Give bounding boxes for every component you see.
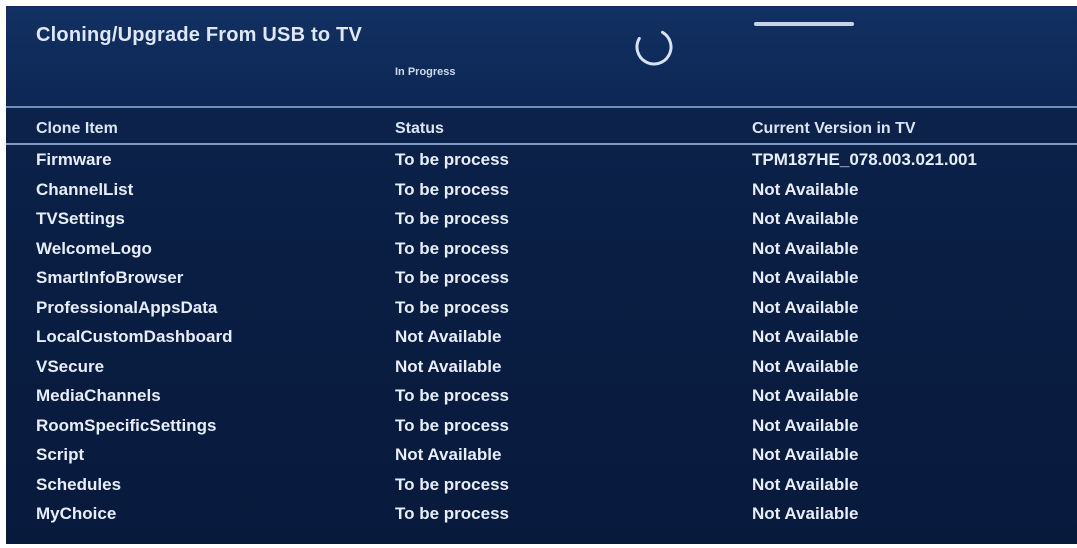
clone-item-cell: MyChoice bbox=[36, 504, 117, 523]
table-row: LocalCustomDashboard Not Available Not A… bbox=[0, 323, 1077, 353]
clone-item-cell: VSecure bbox=[36, 356, 105, 376]
tv-screen: Cloning/Upgrade From USB to TV In Progre… bbox=[0, 0, 1077, 548]
version-cell: Not Available bbox=[752, 297, 859, 317]
status-cell: To be process bbox=[395, 297, 509, 317]
progress-status-text: In Progress bbox=[395, 66, 456, 78]
status-cell: Not Available bbox=[395, 356, 502, 376]
version-cell: Not Available bbox=[752, 386, 859, 405]
table-header: Clone Item Status Current Version in TV bbox=[0, 112, 1077, 144]
clone-item-cell: Firmware bbox=[36, 150, 112, 169]
table-row: MediaChannels To be process Not Availabl… bbox=[0, 382, 1077, 412]
clone-item-cell: TVSettings bbox=[36, 209, 125, 228]
table-row: Schedules To be process Not Available bbox=[0, 471, 1077, 501]
table-row: VSecure Not Available Not Available bbox=[0, 353, 1077, 383]
clone-table: Firmware To be process TPM187HE_078.003.… bbox=[0, 146, 1077, 530]
table-row: Firmware To be process TPM187HE_078.003.… bbox=[0, 146, 1077, 176]
table-row: SmartInfoBrowser To be process Not Avail… bbox=[0, 264, 1077, 294]
status-cell: Not Available bbox=[395, 327, 502, 346]
loading-spinner-icon bbox=[635, 28, 673, 66]
version-cell: Not Available bbox=[752, 209, 859, 228]
frame-edge-left bbox=[0, 0, 6, 548]
version-cell: Not Available bbox=[752, 504, 859, 523]
version-cell: Not Available bbox=[752, 327, 859, 346]
version-cell: Not Available bbox=[752, 356, 859, 376]
status-cell: To be process bbox=[395, 209, 509, 228]
status-cell: To be process bbox=[395, 474, 509, 494]
status-cell: To be process bbox=[395, 504, 509, 523]
column-header-current-version: Current Version in TV bbox=[752, 120, 916, 137]
table-row: MyChoice To be process Not Available bbox=[0, 500, 1077, 530]
status-cell: Not Available bbox=[395, 445, 502, 464]
status-cell: To be process bbox=[395, 150, 509, 169]
version-cell: Not Available bbox=[752, 238, 859, 258]
clone-item-cell: SmartInfoBrowser bbox=[36, 268, 184, 287]
status-cell: To be process bbox=[395, 268, 509, 287]
table-row: Script Not Available Not Available bbox=[0, 441, 1077, 471]
status-cell: To be process bbox=[395, 415, 509, 435]
version-cell: Not Available bbox=[752, 179, 859, 199]
status-cell: To be process bbox=[395, 179, 509, 199]
version-cell: Not Available bbox=[752, 415, 859, 435]
table-row: ChannelList To be process Not Available bbox=[0, 176, 1077, 206]
clone-item-cell: WelcomeLogo bbox=[36, 238, 152, 258]
clone-item-cell: LocalCustomDashboard bbox=[36, 327, 233, 346]
table-header-divider bbox=[6, 143, 1077, 145]
frame-edge-bottom bbox=[0, 544, 1077, 548]
clone-item-cell: ChannelList bbox=[36, 179, 134, 199]
clone-item-cell: RoomSpecificSettings bbox=[36, 415, 217, 435]
clone-item-cell: Schedules bbox=[36, 474, 122, 494]
table-row: ProfessionalAppsData To be process Not A… bbox=[0, 294, 1077, 324]
version-cell: Not Available bbox=[752, 474, 859, 494]
table-row: TVSettings To be process Not Available bbox=[0, 205, 1077, 235]
page-title: Cloning/Upgrade From USB to TV bbox=[36, 24, 362, 46]
column-header-clone-item: Clone Item bbox=[36, 120, 118, 137]
version-cell: TPM187HE_078.003.021.001 bbox=[752, 150, 977, 169]
status-cell: To be process bbox=[395, 386, 509, 405]
clone-item-cell: ProfessionalAppsData bbox=[36, 297, 218, 317]
table-row: RoomSpecificSettings To be process Not A… bbox=[0, 412, 1077, 442]
clone-item-cell: MediaChannels bbox=[36, 386, 161, 405]
status-cell: To be process bbox=[395, 238, 509, 258]
frame-edge-top bbox=[0, 0, 1077, 6]
header-panel bbox=[6, 6, 1077, 106]
progress-bar bbox=[754, 22, 854, 26]
version-cell: Not Available bbox=[752, 445, 859, 464]
version-cell: Not Available bbox=[752, 268, 859, 287]
header-divider bbox=[6, 106, 1077, 108]
clone-item-cell: Script bbox=[36, 445, 85, 464]
column-header-status: Status bbox=[395, 120, 444, 137]
table-row: WelcomeLogo To be process Not Available bbox=[0, 235, 1077, 265]
